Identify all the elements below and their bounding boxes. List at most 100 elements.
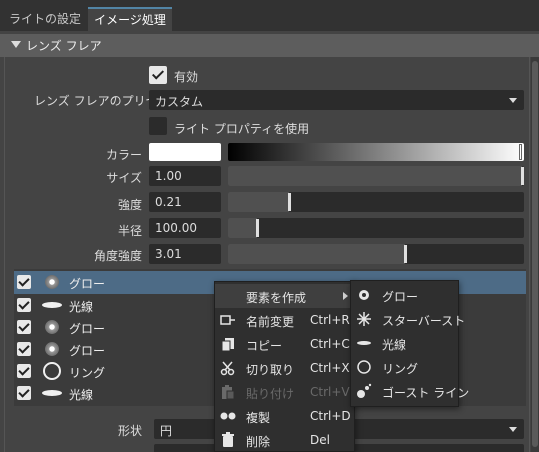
shape-label: 形状 <box>117 424 142 438</box>
create-element-submenu: グロー スターバースト 光線 リング ゴースト ライン <box>350 280 469 407</box>
menu-item-label: 光線 <box>382 338 407 352</box>
scrollbar[interactable] <box>531 57 539 452</box>
streak-icon <box>42 384 62 403</box>
angle-strength-value: 3.01 <box>155 247 182 261</box>
copy-icon <box>219 335 237 353</box>
menu-item-cut[interactable]: 切り取り Ctrl+X <box>215 356 354 380</box>
starburst-icon <box>355 310 373 328</box>
menu-item-label: 複製 <box>246 411 271 425</box>
menu-item-rename[interactable]: 名前変更 Ctrl+R <box>215 308 354 332</box>
enabled-checkbox[interactable] <box>149 66 167 84</box>
submenu-item-ring[interactable]: リング <box>351 355 458 379</box>
scrollbar-thumb[interactable] <box>532 61 538 447</box>
size-label: サイズ <box>106 171 142 185</box>
menu-item-label: リング <box>382 362 419 376</box>
element-checkbox[interactable] <box>17 298 31 312</box>
radius-slider-fill <box>228 218 257 238</box>
menu-item-copy[interactable]: コピー Ctrl+C <box>215 332 354 356</box>
size-value: 1.00 <box>155 169 182 183</box>
size-slider-handle[interactable] <box>521 167 524 185</box>
menu-item-label: 名前変更 <box>246 315 295 329</box>
radius-slider[interactable] <box>228 218 524 238</box>
submenu-arrow-icon <box>343 292 348 300</box>
color-swatch[interactable] <box>149 143 221 161</box>
use-light-props-label: ライト プロパティを使用 <box>174 122 310 136</box>
shape-value: 円 <box>160 424 173 438</box>
menu-item-shortcut: Ctrl+D <box>310 409 351 423</box>
color-label: カラー <box>105 148 142 162</box>
glow-icon <box>42 340 62 359</box>
menu-item-paste[interactable]: 貼り付け Ctrl+V <box>215 380 354 404</box>
menu-item-shortcut: Ctrl+C <box>310 337 350 351</box>
preset-dropdown[interactable]: カスタム <box>149 90 524 110</box>
paste-icon <box>219 383 237 401</box>
radius-label: 半径 <box>117 224 142 238</box>
menu-item-label: スターバースト <box>382 314 466 328</box>
menu-item-create-element[interactable]: 要素を作成 <box>215 284 354 308</box>
intensity-slider[interactable] <box>228 192 524 212</box>
streak-icon <box>42 296 62 315</box>
tab-light-settings[interactable]: ライトの設定 <box>4 7 86 31</box>
element-label: 光線 <box>69 388 94 402</box>
enabled-label: 有効 <box>174 70 199 84</box>
element-label: 光線 <box>69 300 94 314</box>
radius-slider-handle[interactable] <box>256 219 259 237</box>
menu-item-shortcut: Ctrl+V <box>310 385 350 399</box>
element-label: グロー <box>69 277 106 291</box>
angle-strength-label: 角度強度 <box>93 249 142 263</box>
menu-item-shortcut: Ctrl+X <box>310 361 350 375</box>
menu-item-label: グロー <box>382 290 419 304</box>
tab-bar: ライトの設定 イメージ処理 <box>0 0 539 31</box>
submenu-item-ghost-line[interactable]: ゴースト ライン <box>351 379 469 403</box>
scissors-icon <box>219 359 237 377</box>
context-menu: 要素を作成 名前変更 Ctrl+R コピー Ctrl+C 切り取り Ctrl+X… <box>214 281 355 452</box>
chevron-down-icon <box>509 427 517 432</box>
menu-item-label: 切り取り <box>246 363 295 377</box>
menu-item-label: ゴースト ライン <box>382 386 470 400</box>
menu-item-shortcut: Del <box>310 433 330 447</box>
lens-flare-section-header[interactable]: レンズ フレア <box>0 34 539 57</box>
radius-field[interactable]: 100.00 <box>149 218 221 238</box>
color-gradient-slider[interactable] <box>228 143 524 161</box>
intensity-value: 0.21 <box>155 195 182 209</box>
menu-item-duplicate[interactable]: 複製 Ctrl+D <box>215 404 354 428</box>
submenu-item-streak[interactable]: 光線 <box>351 331 458 355</box>
submenu-item-glow[interactable]: グロー <box>351 283 458 307</box>
tab-image-processing[interactable]: イメージ処理 <box>88 7 172 31</box>
section-title: レンズ フレア <box>26 39 102 53</box>
use-light-props-checkbox[interactable] <box>149 117 167 135</box>
element-checkbox[interactable] <box>17 342 31 356</box>
angle-strength-field[interactable]: 3.01 <box>149 244 221 264</box>
element-checkbox[interactable] <box>17 386 31 400</box>
size-slider[interactable] <box>228 166 524 186</box>
angle-strength-slider-fill <box>228 244 405 264</box>
preset-value: カスタム <box>155 95 204 109</box>
intensity-slider-fill <box>228 192 289 212</box>
angle-strength-slider[interactable] <box>228 244 524 264</box>
collapse-triangle-icon[interactable] <box>11 41 21 48</box>
submenu-item-starburst[interactable]: スターバースト <box>351 307 465 331</box>
angle-strength-slider-handle[interactable] <box>404 245 407 263</box>
chevron-down-icon <box>509 98 517 103</box>
element-label: グロー <box>69 344 106 358</box>
duplicate-icon <box>219 407 237 425</box>
intensity-slider-handle[interactable] <box>288 193 291 211</box>
element-checkbox[interactable] <box>17 275 31 289</box>
ring-icon <box>42 362 62 381</box>
intensity-field[interactable]: 0.21 <box>149 192 221 212</box>
menu-item-label: 貼り付け <box>246 387 295 401</box>
glow-icon <box>42 273 62 292</box>
intensity-label: 強度 <box>117 198 142 212</box>
element-checkbox[interactable] <box>17 364 31 378</box>
menu-item-label: 要素を作成 <box>246 291 307 305</box>
trash-icon <box>219 431 237 449</box>
element-checkbox[interactable] <box>17 320 31 334</box>
menu-item-shortcut: Ctrl+R <box>310 313 350 327</box>
menu-item-label: 削除 <box>246 435 271 449</box>
streak-icon <box>355 334 373 352</box>
size-field[interactable]: 1.00 <box>149 166 221 186</box>
rename-icon <box>219 311 237 329</box>
gradient-handle[interactable] <box>519 144 522 160</box>
ring-icon <box>355 358 373 376</box>
menu-item-delete[interactable]: 削除 Del <box>215 428 354 452</box>
